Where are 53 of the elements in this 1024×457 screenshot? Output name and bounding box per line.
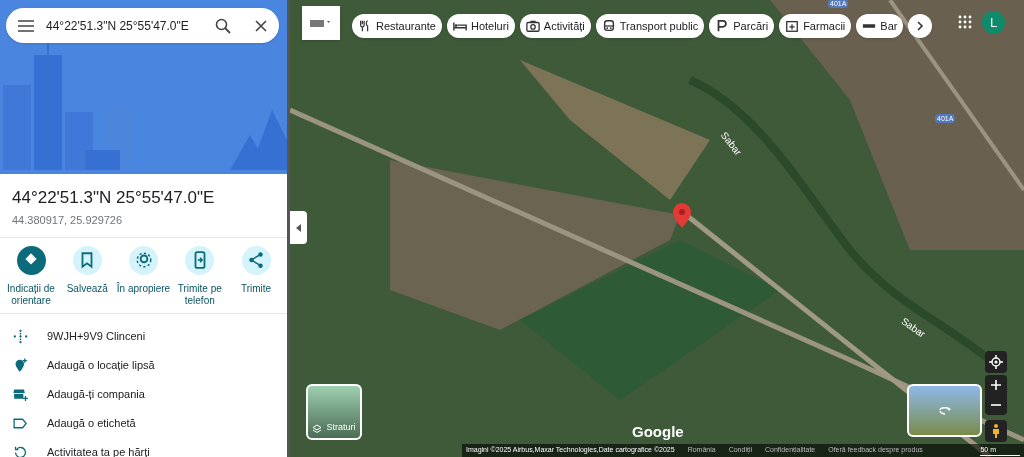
- category-chip[interactable]: Bar: [856, 14, 904, 38]
- category-chip[interactable]: Restaurante: [352, 14, 442, 38]
- category-chip[interactable]: Parcări: [709, 14, 775, 38]
- place-coordinates: 44.380917, 25.929726: [12, 213, 124, 228]
- caret-left-icon: [295, 223, 302, 232]
- crosshair-icon: [989, 355, 1003, 369]
- camera-icon: [525, 19, 540, 33]
- location-pin-icon: [673, 203, 691, 228]
- place-title: 44°22'51.3"N 25°55'47.0"E: [12, 187, 216, 209]
- my-location-button[interactable]: [985, 351, 1007, 373]
- directions-button[interactable]: [16, 245, 46, 275]
- zoom-control[interactable]: [985, 375, 1007, 415]
- info-item[interactable]: 9WJH+9V9 Clinceni: [47, 327, 146, 345]
- category-chip[interactable]: Activități: [519, 14, 591, 38]
- chevron-right-icon: [916, 21, 925, 31]
- layers-button[interactable]: Straturi: [306, 384, 362, 440]
- keyboard-icon: [310, 17, 332, 29]
- parking-icon: [715, 19, 730, 33]
- info-item[interactable]: Adaugă o etichetă: [47, 414, 136, 432]
- save-button[interactable]: [72, 245, 102, 275]
- google-logo: Google: [632, 422, 684, 442]
- category-chip[interactable]: Farmacii: [779, 14, 852, 38]
- action-label: În apropiere: [116, 282, 171, 295]
- category-chip[interactable]: Transport public: [595, 14, 705, 38]
- person-icon: [992, 424, 1000, 438]
- search-field[interactable]: 44°22'51.3"N 25°55'47.0"E: [6, 8, 279, 43]
- search-icon[interactable]: [215, 17, 231, 34]
- nearby-button[interactable]: [129, 245, 158, 275]
- action-label: Indicații de orientare: [6, 282, 56, 307]
- plus-code-icon: [12, 327, 29, 345]
- action-label: Trimite: [240, 282, 272, 295]
- rotate-icon: [937, 405, 952, 416]
- phone-button[interactable]: [185, 245, 215, 275]
- nearby-icon: [134, 251, 153, 269]
- collapse-panel-button[interactable]: [290, 211, 307, 244]
- pharmacy-icon: [785, 19, 800, 33]
- share-icon: [247, 251, 265, 269]
- category-chip[interactable]: Hoteluri: [446, 14, 515, 38]
- zoom-in-icon[interactable]: [991, 380, 1001, 390]
- action-label: Salvează: [66, 282, 108, 295]
- layer-toggle-button[interactable]: [302, 6, 340, 40]
- transit-icon: [601, 19, 616, 33]
- close-icon[interactable]: [255, 19, 267, 32]
- info-item[interactable]: Adaugă o locație lipsă: [47, 356, 155, 374]
- share-button[interactable]: [241, 245, 271, 275]
- info-item[interactable]: Adaugă-ți compania: [47, 385, 145, 403]
- satellite-imagery-drawing[interactable]: [290, 0, 1024, 457]
- street-view-thumbnail[interactable]: [907, 384, 982, 437]
- menu-icon[interactable]: [18, 19, 34, 32]
- pegman-button[interactable]: [985, 420, 1007, 442]
- layers-icon: [312, 424, 323, 434]
- apps-grid-icon[interactable]: [958, 15, 972, 29]
- action-label: Trimite pe telefon: [176, 282, 223, 307]
